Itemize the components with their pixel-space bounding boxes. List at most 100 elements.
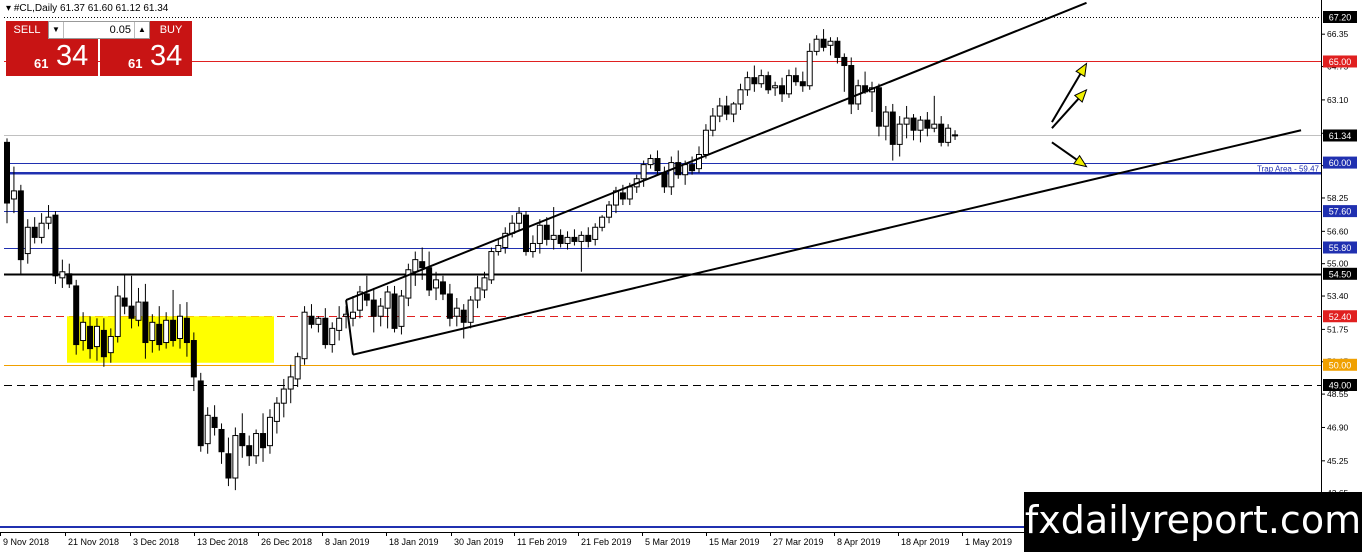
candle [73, 279, 80, 355]
candle [647, 154, 654, 169]
candle-body [730, 103, 737, 115]
price-chart[interactable]: Trap Area - 59.47 66.3564.7563.1061.4559… [0, 0, 1362, 552]
candle [114, 285, 121, 343]
candle-body [696, 153, 702, 170]
candle-body [163, 319, 170, 344]
sell-button[interactable]: SELL [6, 21, 48, 39]
candle-body [453, 307, 460, 317]
candle [426, 251, 433, 297]
candle-body [799, 81, 806, 87]
candle [834, 37, 841, 64]
dropdown-triangle-icon[interactable]: ▾ [6, 3, 11, 14]
price-label-text: 55.80 [1329, 243, 1352, 253]
price-label-text: 57.60 [1329, 207, 1352, 217]
time-tick-label: 15 Mar 2019 [709, 537, 760, 547]
candle [350, 296, 356, 327]
candle [405, 263, 412, 307]
candle-body [550, 234, 557, 240]
candle-body [80, 321, 87, 342]
candle [287, 364, 294, 404]
price-tick-label: 51.75 [1327, 324, 1349, 334]
lot-decrease-icon[interactable]: ▼ [49, 22, 64, 38]
candle-body [820, 38, 827, 48]
candle-body [107, 335, 114, 354]
candle-body [827, 40, 834, 46]
arrow-shaft [1051, 141, 1078, 161]
candle-body [294, 356, 301, 380]
candle [260, 413, 267, 462]
candle [322, 308, 329, 349]
candle-body [516, 212, 523, 224]
candle [433, 271, 440, 301]
lot-size-input[interactable] [65, 22, 133, 38]
candle-body [896, 123, 903, 145]
buy-price-box[interactable]: 61 34 [100, 39, 192, 76]
candle [640, 160, 647, 187]
candle [592, 223, 599, 246]
candle [467, 296, 474, 329]
candle-body [758, 75, 765, 85]
candle-body [100, 329, 107, 358]
candle-body [308, 315, 315, 325]
candle [730, 101, 737, 123]
candle [751, 65, 758, 92]
candle [529, 235, 536, 258]
candle-body [170, 319, 177, 342]
candle-body [232, 435, 239, 479]
candle [917, 116, 924, 143]
symbol-info: #CL,Daily 61.37 61.60 61.12 61.34 [13, 3, 169, 14]
price-tick-label: 63.10 [1327, 95, 1349, 105]
candle [301, 306, 308, 365]
candle [543, 217, 550, 246]
candle [668, 156, 675, 195]
candle [779, 77, 786, 102]
time-tick-label: 21 Feb 2019 [581, 537, 632, 547]
candle-body [917, 119, 924, 131]
candle [253, 429, 260, 464]
candle-body [599, 216, 606, 228]
arrow-shaft [1051, 73, 1082, 123]
buy-button[interactable]: BUY [150, 21, 192, 39]
candle [792, 67, 799, 86]
candle-body [737, 89, 744, 105]
candle-body [661, 172, 668, 188]
time-tick-label: 21 Nov 2018 [68, 537, 119, 547]
time-tick-label: 3 Dec 2018 [133, 537, 179, 547]
lot-increase-icon[interactable]: ▲ [134, 22, 149, 38]
candle-body [709, 115, 716, 131]
candle [564, 231, 571, 250]
candle-body [287, 376, 294, 390]
candle [723, 95, 730, 121]
candle-body [38, 222, 45, 238]
candle-body [419, 261, 426, 269]
candle [52, 211, 59, 284]
candle [758, 69, 765, 88]
price-label-52-40: 52.40 [1323, 310, 1357, 323]
candle [232, 427, 239, 491]
candle [841, 53, 848, 92]
candle [820, 29, 827, 52]
trendline-channel-left-edge [345, 299, 354, 355]
candle [384, 285, 391, 329]
candle-body [702, 129, 709, 155]
time-tick-label: 1 May 2019 [965, 537, 1012, 547]
candle-body [938, 123, 945, 143]
price-label-text: 50.00 [1329, 360, 1352, 370]
candle-body [882, 111, 889, 127]
candle [606, 201, 613, 224]
candle [813, 35, 820, 56]
candle-body [183, 317, 190, 344]
candle [806, 43, 813, 90]
time-tick-label: 8 Jan 2019 [325, 537, 370, 547]
candle-body [654, 158, 661, 172]
candle [654, 150, 661, 175]
candle-body [225, 453, 232, 479]
candle-body [716, 105, 723, 117]
sell-price-box[interactable]: 61 34 [6, 39, 98, 76]
candle-body [765, 75, 772, 91]
candle-body [488, 251, 495, 281]
candle [827, 37, 834, 56]
time-tick-label: 9 Nov 2018 [3, 537, 49, 547]
candle-body [4, 141, 10, 204]
candle-body [45, 216, 52, 224]
